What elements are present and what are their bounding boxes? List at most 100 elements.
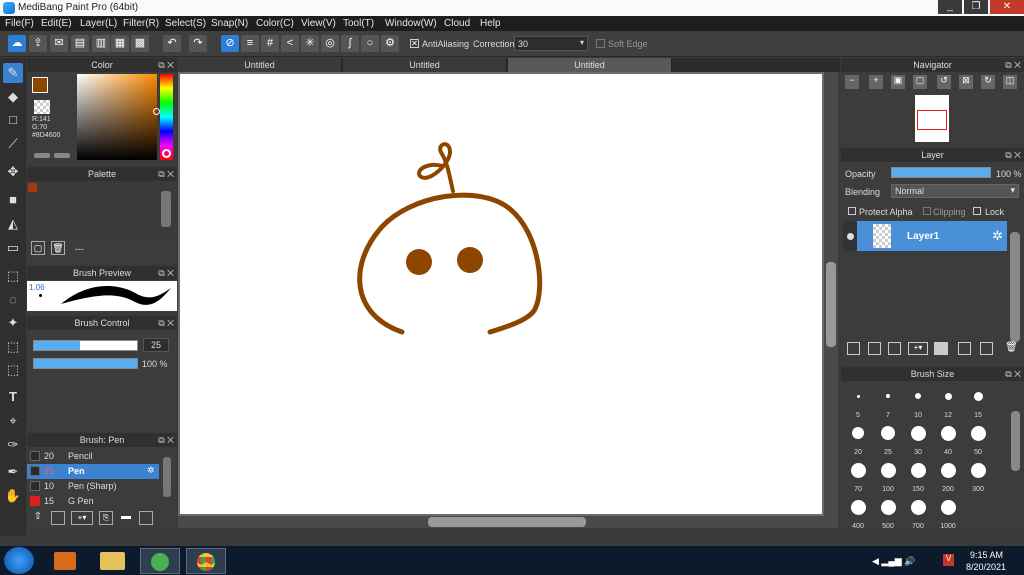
- delete-palette-icon[interactable]: 🗑: [51, 241, 65, 255]
- actual-size-icon[interactable]: ▢: [913, 75, 927, 89]
- menu-layer[interactable]: Layer(L): [80, 18, 117, 29]
- new-halftone-layer-icon[interactable]: [868, 342, 881, 355]
- palette-swatch[interactable]: [28, 183, 37, 192]
- text-icon[interactable]: T: [3, 387, 23, 407]
- cloud-icon[interactable]: ☁: [8, 35, 26, 52]
- close-icon[interactable]: ⧉ ✕: [1005, 58, 1021, 72]
- eyedropper-icon[interactable]: ✑: [3, 435, 23, 455]
- new-brush-icon[interactable]: [51, 511, 65, 525]
- drawing-canvas[interactable]: [180, 74, 822, 514]
- horizontal-scroll-thumb[interactable]: [428, 517, 586, 527]
- brush-size-slider[interactable]: [33, 340, 138, 351]
- start-button[interactable]: [4, 547, 34, 574]
- menu-color[interactable]: Color(C): [256, 18, 294, 29]
- foreground-color[interactable]: [32, 77, 48, 93]
- hue-handle[interactable]: [162, 149, 171, 158]
- reset-rotation-icon[interactable]: ⊠: [959, 75, 973, 89]
- add-palette-icon[interactable]: ▢: [31, 241, 45, 255]
- color-picker-handle[interactable]: [153, 108, 160, 115]
- brush-size-option[interactable]: 500: [873, 495, 903, 530]
- menu-tool[interactable]: Tool(T): [343, 18, 374, 29]
- add-brush-icon[interactable]: +▾: [71, 511, 93, 525]
- dot-icon[interactable]: ⟋: [3, 134, 23, 154]
- tray-icons[interactable]: ◀ ▂▄▆ 🔊: [872, 556, 915, 567]
- brush-item-g-pen[interactable]: 15 G Pen: [27, 494, 159, 506]
- hue-slider[interactable]: [160, 74, 173, 160]
- brush-size-option[interactable]: 10: [903, 384, 933, 419]
- vanishing-snap-icon[interactable]: <: [281, 35, 299, 52]
- close-icon[interactable]: ⧉ ✕: [1005, 148, 1021, 162]
- undo-icon[interactable]: ↶: [163, 35, 181, 52]
- brush-size-option[interactable]: 7: [873, 384, 903, 419]
- navigator-thumbnail[interactable]: [915, 95, 949, 142]
- folder-icon[interactable]: [934, 342, 948, 355]
- soft-edge-checkbox[interactable]: [596, 39, 605, 48]
- minimize-button[interactable]: _: [938, 0, 962, 14]
- select-icon[interactable]: ⬚: [3, 266, 23, 286]
- brush-size-option[interactable]: 70: [843, 458, 873, 493]
- brush-size-option[interactable]: 15: [963, 384, 993, 419]
- duplicate-icon[interactable]: [139, 511, 153, 525]
- delete-layer-icon[interactable]: 🗑: [1005, 342, 1018, 355]
- horizontal-scrollbar[interactable]: [178, 516, 824, 528]
- file-explorer-icon[interactable]: [100, 552, 125, 570]
- brush-item-pen-sharp[interactable]: 10 Pen (Sharp): [27, 479, 159, 494]
- brush-size-option[interactable]: 150: [903, 458, 933, 493]
- antivirus-icon[interactable]: V: [943, 554, 954, 566]
- tab-untitled-2[interactable]: Untitled: [343, 58, 507, 72]
- snap-settings-icon[interactable]: ⚙: [381, 35, 399, 52]
- tab-untitled-1[interactable]: Untitled: [178, 58, 342, 72]
- folder-icon[interactable]: ▬: [119, 511, 133, 525]
- page-icon[interactable]: ▤: [71, 35, 89, 52]
- menu-window[interactable]: Window(W): [385, 18, 437, 29]
- fit-icon[interactable]: ▣: [891, 75, 905, 89]
- lasso-icon[interactable]: ◌: [3, 290, 23, 310]
- brush-size-option[interactable]: 40: [933, 421, 963, 456]
- brush-list-scrollbar[interactable]: [163, 457, 171, 497]
- rotate-right-icon[interactable]: ↻: [981, 75, 995, 89]
- close-icon[interactable]: ⧉ ✕: [158, 266, 174, 280]
- menu-select[interactable]: Select(S): [165, 18, 206, 29]
- menu-cloud[interactable]: Cloud: [444, 18, 470, 29]
- color-mode-button[interactable]: [34, 153, 50, 158]
- lock-checkbox[interactable]: [973, 207, 981, 215]
- circle-snap-icon[interactable]: ◎: [321, 35, 339, 52]
- close-button[interactable]: ✕: [990, 0, 1024, 14]
- brush-icon[interactable]: ✎: [3, 63, 23, 83]
- clipping-checkbox[interactable]: [923, 207, 931, 215]
- brush-size-option[interactable]: 100: [873, 458, 903, 493]
- brush-size-option[interactable]: 400: [843, 495, 873, 530]
- hand-pen-icon[interactable]: ✒: [3, 462, 23, 482]
- protect-alpha-checkbox[interactable]: [848, 207, 856, 215]
- add-layer-menu-icon[interactable]: +▾: [908, 342, 928, 355]
- copy-brush-icon[interactable]: ⎘: [99, 511, 113, 525]
- layer-row[interactable]: Layer1 ✲: [843, 221, 1007, 251]
- hand-icon[interactable]: ✋: [3, 486, 23, 506]
- share-icon[interactable]: ⇪: [29, 35, 47, 52]
- layer-opacity-slider[interactable]: [891, 167, 991, 178]
- duplicate-layer-icon[interactable]: [958, 342, 971, 355]
- bucket-icon[interactable]: ◭: [3, 214, 23, 234]
- menu-view[interactable]: View(V): [301, 18, 336, 29]
- gear-icon[interactable]: ✲: [147, 465, 155, 476]
- eraser-icon[interactable]: ◆: [3, 87, 23, 107]
- grid-icon[interactable]: ▩: [131, 35, 149, 52]
- medibang-taskbar-button[interactable]: [140, 548, 180, 574]
- brush-size-option[interactable]: 12: [933, 384, 963, 419]
- cloud-brush-icon[interactable]: ⇧: [31, 511, 45, 525]
- parallel-snap-icon[interactable]: ≡: [241, 35, 259, 52]
- brush-size-option[interactable]: 25: [873, 421, 903, 456]
- zoom-out-icon[interactable]: −: [845, 75, 859, 89]
- brush-size-option[interactable]: 50: [963, 421, 993, 456]
- brush-size-option[interactable]: 1000: [933, 495, 963, 530]
- close-icon[interactable]: ⧉ ✕: [158, 316, 174, 330]
- brush-opacity-slider[interactable]: [33, 358, 138, 369]
- navigator-viewport[interactable]: [917, 110, 947, 130]
- vertical-scrollbar[interactable]: [824, 72, 838, 528]
- brush-size-scrollbar[interactable]: [1011, 411, 1020, 471]
- curve-snap-icon[interactable]: ∫: [341, 35, 359, 52]
- rotate-left-icon[interactable]: ↺: [937, 75, 951, 89]
- color-option-button[interactable]: [54, 153, 70, 158]
- snap-off-icon[interactable]: ⊘: [221, 35, 239, 52]
- zoom-in-icon[interactable]: +: [869, 75, 883, 89]
